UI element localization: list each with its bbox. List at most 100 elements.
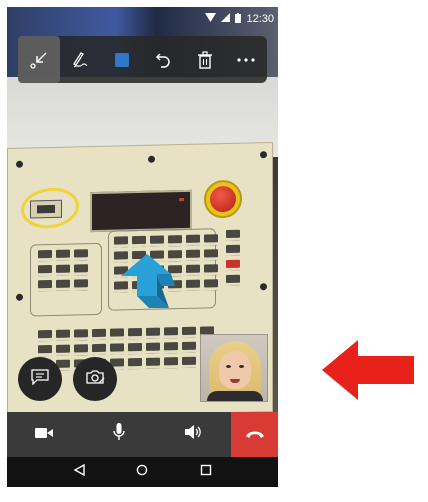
panel-key-red [226, 259, 240, 272]
panel-key [74, 249, 88, 261]
color-swatch [114, 52, 129, 67]
panel-key [38, 329, 52, 342]
end-call-button[interactable] [231, 412, 278, 457]
self-video-preview[interactable] [200, 334, 268, 402]
panel-key [128, 342, 142, 355]
recents-icon[interactable] [200, 463, 212, 481]
status-bar: 12:30 [197, 10, 278, 28]
speaker-toggle-button[interactable] [156, 412, 231, 457]
panel-key [114, 236, 128, 248]
panel-key [56, 249, 70, 261]
color-picker-button[interactable] [101, 36, 143, 83]
panel-key [74, 279, 88, 291]
panel-display [90, 189, 192, 233]
panel-key [128, 327, 142, 340]
delete-button[interactable] [184, 36, 226, 83]
panel-key [128, 357, 142, 370]
more-icon [236, 57, 256, 63]
arrow-annotation [121, 254, 175, 308]
panel-key [146, 327, 160, 339]
snapshot-icon [85, 369, 105, 390]
panel-key [56, 329, 70, 341]
video-toggle-button[interactable] [7, 412, 82, 457]
panel-key [204, 279, 218, 291]
preview-person-eye [226, 365, 231, 368]
microphone-toggle-button[interactable] [82, 412, 157, 457]
chat-icon [31, 368, 49, 390]
call-controls-bar [7, 412, 278, 457]
status-time: 12:30 [246, 13, 274, 25]
panel-key [226, 229, 240, 242]
panel-key [92, 328, 106, 341]
wifi-icon [205, 13, 217, 25]
collapse-button[interactable] [18, 36, 60, 83]
panel-key [182, 341, 196, 354]
panel-key [56, 279, 70, 291]
battery-icon [235, 12, 242, 26]
back-icon[interactable] [73, 463, 85, 481]
speaker-icon [184, 424, 203, 445]
circle-annotation [19, 184, 81, 232]
panel-key [38, 344, 52, 357]
button-grid-left [38, 249, 88, 292]
page: 12:30 [0, 0, 428, 502]
phone-screen: 12:30 [7, 7, 278, 487]
panel-key [56, 264, 70, 276]
pen-button[interactable] [60, 36, 102, 83]
panel-screw [16, 293, 23, 301]
panel-key [186, 264, 200, 276]
panel-key [74, 329, 88, 341]
panel-key [92, 343, 106, 356]
undo-icon [155, 51, 171, 69]
panel-screw [260, 283, 267, 291]
panel-key [204, 249, 218, 261]
panel-key [226, 274, 240, 287]
panel-key [110, 328, 124, 340]
button-grid-right [226, 229, 240, 287]
end-call-icon [245, 426, 265, 444]
signal-icon [221, 13, 231, 25]
undo-button[interactable] [143, 36, 185, 83]
panel-key [204, 234, 218, 246]
panel-key [146, 342, 160, 354]
panel-screw [16, 160, 23, 168]
button-grid-lower [38, 326, 214, 372]
annotation-toolbar [18, 36, 267, 83]
panel-key [146, 357, 160, 369]
preview-person-face [219, 351, 251, 389]
snapshot-button[interactable] [73, 357, 117, 401]
panel-key [164, 327, 178, 339]
panel-key [132, 235, 146, 248]
panel-key [110, 343, 124, 355]
panel-screw [260, 151, 267, 159]
panel-key [38, 264, 52, 277]
panel-key [164, 342, 178, 354]
panel-key [186, 234, 200, 246]
preview-person-eye [239, 365, 244, 368]
collapse-icon [30, 51, 48, 69]
system-nav-bar [7, 457, 278, 487]
panel-key [204, 264, 218, 276]
panel-key [168, 235, 182, 247]
pen-icon [71, 51, 89, 69]
panel-key [150, 235, 164, 247]
home-icon[interactable] [136, 463, 148, 481]
panel-key [74, 264, 88, 276]
panel-key [38, 279, 52, 292]
panel-key [38, 249, 52, 262]
trash-icon [197, 50, 212, 69]
more-button[interactable] [226, 36, 268, 83]
panel-key [226, 244, 240, 257]
display-led [179, 198, 184, 202]
panel-key [182, 356, 196, 369]
panel-screw [148, 155, 155, 163]
red-pointer-arrow [322, 340, 414, 400]
video-camera-icon [35, 426, 54, 444]
panel-key [186, 279, 200, 291]
chat-button[interactable] [18, 357, 62, 401]
panel-key [182, 326, 196, 339]
panel-key [186, 249, 200, 261]
microphone-icon [113, 423, 125, 446]
panel-key [164, 357, 178, 369]
panel-key [74, 344, 88, 356]
